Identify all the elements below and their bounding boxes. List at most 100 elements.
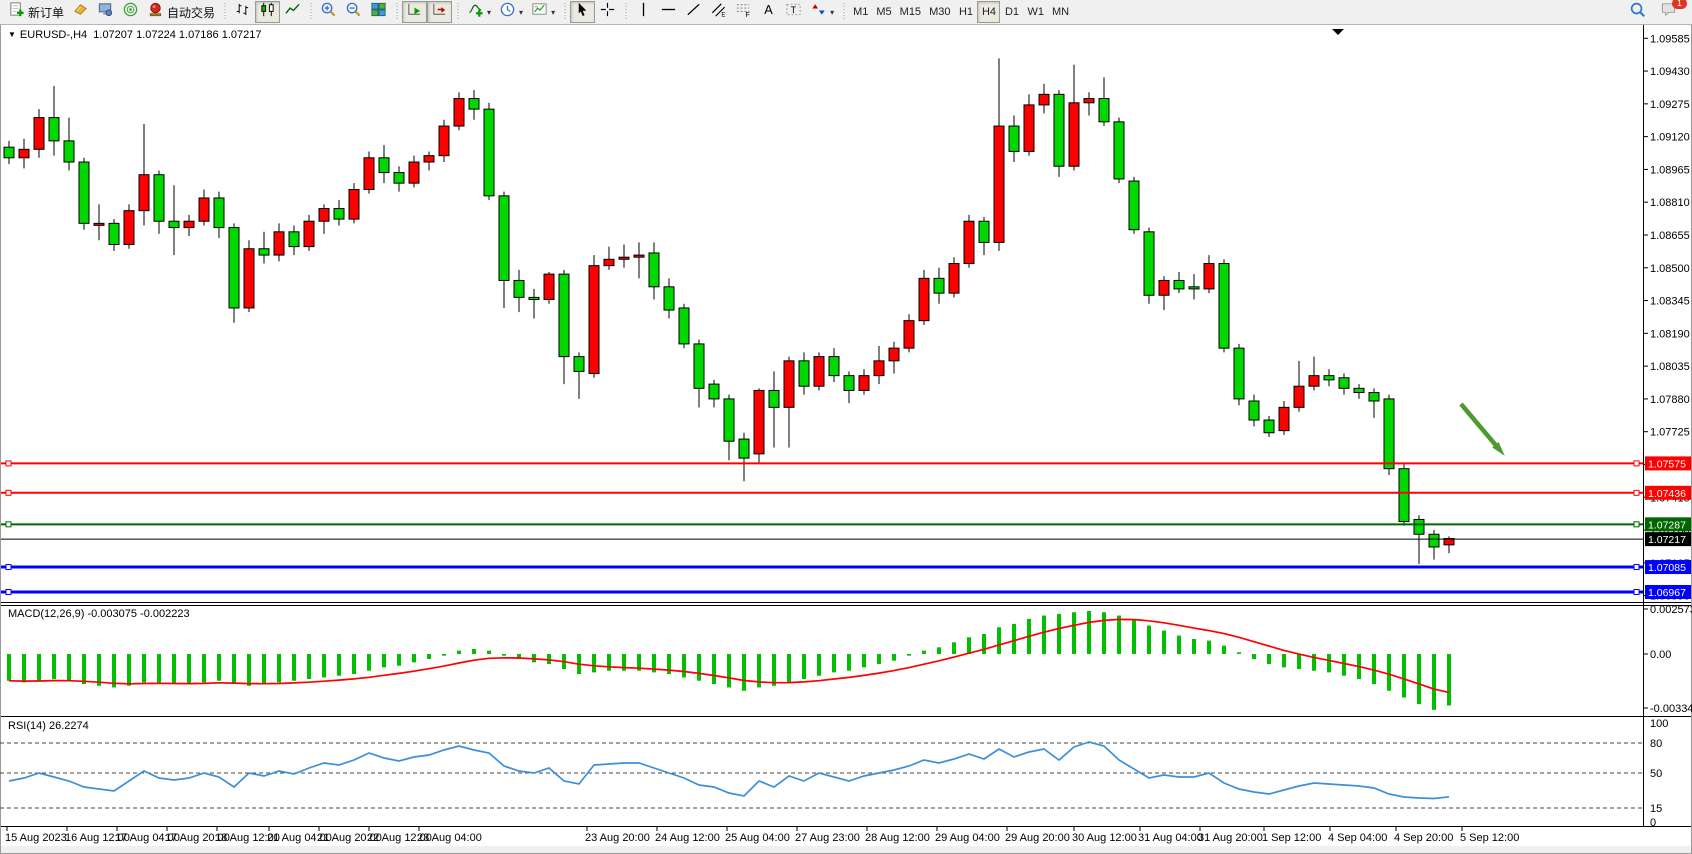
- candle[interactable]: [619, 257, 629, 259]
- hline-button[interactable]: [656, 1, 681, 23]
- chart-shift-button[interactable]: [427, 1, 452, 23]
- candle[interactable]: [1234, 348, 1244, 399]
- candle[interactable]: [1114, 122, 1124, 179]
- candle[interactable]: [184, 221, 194, 227]
- signals-button[interactable]: [118, 1, 143, 23]
- candle[interactable]: [19, 149, 29, 157]
- trendline-button[interactable]: [681, 1, 706, 23]
- cursor-button[interactable]: [570, 1, 595, 23]
- candle[interactable]: [1054, 94, 1064, 166]
- candle[interactable]: [394, 173, 404, 184]
- candle[interactable]: [574, 357, 584, 372]
- candle[interactable]: [1099, 99, 1109, 122]
- market-watch-button[interactable]: [68, 1, 93, 23]
- candle[interactable]: [469, 99, 479, 110]
- candle[interactable]: [799, 361, 809, 386]
- candle[interactable]: [904, 321, 914, 348]
- text-button[interactable]: A: [756, 1, 781, 23]
- candle[interactable]: [484, 109, 494, 196]
- candle[interactable]: [589, 266, 599, 374]
- candle[interactable]: [559, 274, 569, 356]
- bar-chart-button[interactable]: [230, 1, 255, 23]
- candle[interactable]: [889, 348, 899, 361]
- auto-scroll-button[interactable]: [402, 1, 427, 23]
- vline-button[interactable]: [631, 1, 656, 23]
- candle[interactable]: [859, 376, 869, 391]
- candle[interactable]: [64, 141, 74, 162]
- candle[interactable]: [964, 221, 974, 263]
- candle[interactable]: [979, 221, 989, 242]
- candle[interactable]: [4, 147, 14, 158]
- timeframe-m15-button[interactable]: M15: [896, 1, 925, 23]
- candle[interactable]: [754, 390, 764, 453]
- candle[interactable]: [1189, 287, 1199, 289]
- candle[interactable]: [514, 280, 524, 297]
- candle[interactable]: [844, 376, 854, 391]
- candle[interactable]: [109, 223, 119, 244]
- indicators-button[interactable]: ▾: [463, 1, 495, 23]
- candle[interactable]: [439, 126, 449, 156]
- candle[interactable]: [319, 209, 329, 222]
- timeframe-d1-button[interactable]: D1: [1000, 1, 1023, 23]
- candle[interactable]: [1414, 519, 1424, 534]
- line-selection-handle[interactable]: [6, 565, 11, 570]
- candle[interactable]: [739, 439, 749, 458]
- candle[interactable]: [349, 190, 359, 220]
- candle[interactable]: [934, 278, 944, 293]
- timeframe-m30-button[interactable]: M30: [925, 1, 954, 23]
- line-selection-handle[interactable]: [1634, 565, 1639, 570]
- candle[interactable]: [454, 99, 464, 126]
- candle[interactable]: [1324, 376, 1334, 380]
- candle[interactable]: [259, 249, 269, 255]
- candle[interactable]: [679, 308, 689, 344]
- candle[interactable]: [1129, 181, 1139, 230]
- candle[interactable]: [49, 118, 59, 141]
- arrows-button[interactable]: ▾: [806, 1, 838, 23]
- candle[interactable]: [34, 118, 44, 150]
- candlestick-button[interactable]: [255, 1, 280, 23]
- candle[interactable]: [949, 264, 959, 294]
- chat-button[interactable]: 1: [1656, 1, 1682, 23]
- candle[interactable]: [304, 221, 314, 246]
- candle[interactable]: [694, 344, 704, 388]
- search-button[interactable]: [1625, 1, 1650, 23]
- candle[interactable]: [1279, 407, 1289, 430]
- candle[interactable]: [1309, 376, 1319, 387]
- candle[interactable]: [244, 249, 254, 308]
- candle[interactable]: [604, 259, 614, 265]
- fibonacci-button[interactable]: F: [731, 1, 756, 23]
- candle[interactable]: [1024, 105, 1034, 152]
- candle[interactable]: [139, 175, 149, 211]
- candle[interactable]: [649, 253, 659, 287]
- channel-button[interactable]: E: [706, 1, 731, 23]
- timeframe-m1-button[interactable]: M1: [849, 1, 872, 23]
- line-selection-handle[interactable]: [1634, 461, 1639, 466]
- candle[interactable]: [1144, 232, 1154, 295]
- candle[interactable]: [409, 162, 419, 183]
- candle[interactable]: [724, 399, 734, 441]
- candle[interactable]: [784, 361, 794, 408]
- line-selection-handle[interactable]: [1634, 590, 1639, 595]
- candle[interactable]: [1294, 386, 1304, 407]
- candle[interactable]: [289, 232, 299, 247]
- line-selection-handle[interactable]: [6, 590, 11, 595]
- candle[interactable]: [664, 287, 674, 310]
- symbol-dropdown-icon[interactable]: ▼: [8, 30, 16, 39]
- terminal-button[interactable]: [93, 1, 118, 23]
- timeframe-m5-button[interactable]: M5: [872, 1, 895, 23]
- candle[interactable]: [814, 357, 824, 387]
- candle[interactable]: [1249, 401, 1259, 420]
- candle[interactable]: [1204, 264, 1214, 289]
- candle[interactable]: [1039, 94, 1049, 105]
- chart-canvas[interactable]: 1.095851.094301.092751.091201.089651.088…: [0, 0, 1692, 854]
- candle[interactable]: [1429, 534, 1439, 547]
- line-chart-button[interactable]: [280, 1, 305, 23]
- line-selection-handle[interactable]: [6, 490, 11, 495]
- candle[interactable]: [529, 297, 539, 299]
- tile-windows-button[interactable]: [366, 1, 391, 23]
- candle[interactable]: [424, 156, 434, 162]
- timeframe-h4-button[interactable]: H4: [977, 1, 1000, 23]
- candle[interactable]: [124, 211, 134, 245]
- candle[interactable]: [79, 162, 89, 223]
- candle[interactable]: [1159, 280, 1169, 295]
